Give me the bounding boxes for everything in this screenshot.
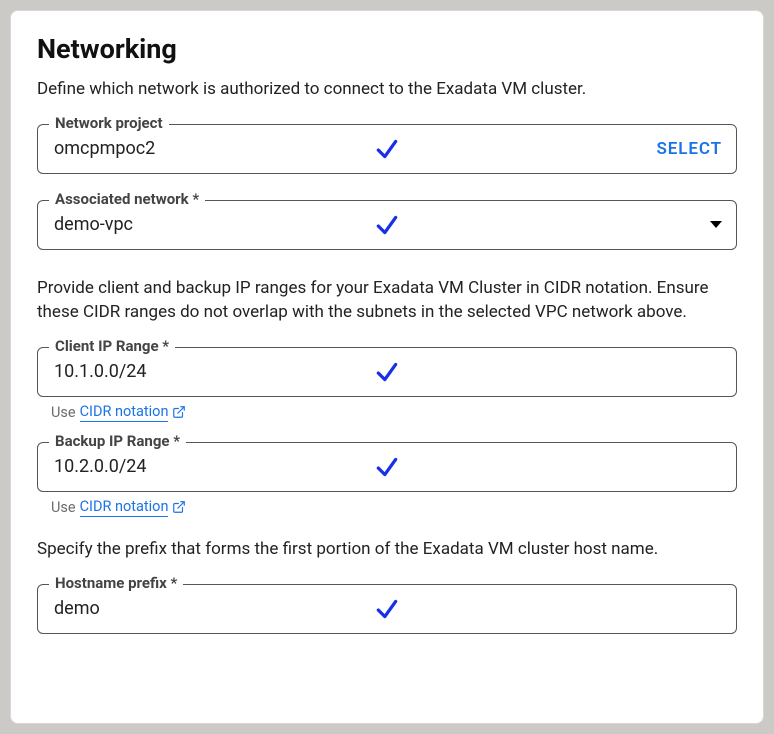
backup-ip-hint: Use CIDR notation	[51, 498, 737, 517]
network-project-input[interactable]	[52, 137, 292, 160]
backup-ip-input[interactable]	[52, 455, 292, 478]
client-ip-label: Client IP Range *	[49, 337, 175, 355]
network-project-label: Network project	[49, 114, 169, 132]
hostname-prefix-field: Hostname prefix *	[37, 584, 737, 634]
cidr-notation-link[interactable]: CIDR notation	[80, 498, 169, 517]
chevron-down-icon[interactable]	[710, 221, 722, 228]
client-ip-hint: Use CIDR notation	[51, 403, 737, 422]
hint-prefix: Use	[51, 499, 76, 516]
associated-network-input[interactable]	[52, 213, 292, 236]
check-icon	[374, 135, 400, 163]
networking-card: Networking Define which network is autho…	[10, 10, 764, 724]
hostname-prefix-input[interactable]	[52, 597, 292, 620]
associated-network-field: Associated network *	[37, 200, 737, 250]
ip-ranges-intro: Provide client and backup IP ranges for …	[37, 276, 737, 325]
hostname-intro: Specify the prefix that forms the first …	[37, 537, 737, 562]
client-ip-input[interactable]	[52, 360, 292, 383]
client-ip-field: Client IP Range * Use CIDR notation	[37, 347, 737, 422]
hostname-prefix-label: Hostname prefix *	[49, 574, 183, 592]
associated-network-label: Associated network *	[49, 190, 205, 208]
check-icon	[374, 211, 400, 239]
section-intro: Define which network is authorized to co…	[37, 77, 737, 102]
cidr-notation-link[interactable]: CIDR notation	[80, 403, 169, 422]
section-title: Networking	[37, 33, 737, 65]
backup-ip-label: Backup IP Range *	[49, 432, 186, 450]
external-link-icon	[172, 405, 186, 419]
check-icon	[374, 358, 400, 386]
page-frame: Networking Define which network is autho…	[0, 0, 774, 734]
select-button[interactable]: SELECT	[657, 139, 722, 159]
check-icon	[374, 453, 400, 481]
backup-ip-field: Backup IP Range * Use CIDR notation	[37, 442, 737, 517]
hint-prefix: Use	[51, 404, 76, 421]
check-icon	[374, 595, 400, 623]
network-project-field: Network project SELECT	[37, 124, 737, 174]
external-link-icon	[172, 500, 186, 514]
